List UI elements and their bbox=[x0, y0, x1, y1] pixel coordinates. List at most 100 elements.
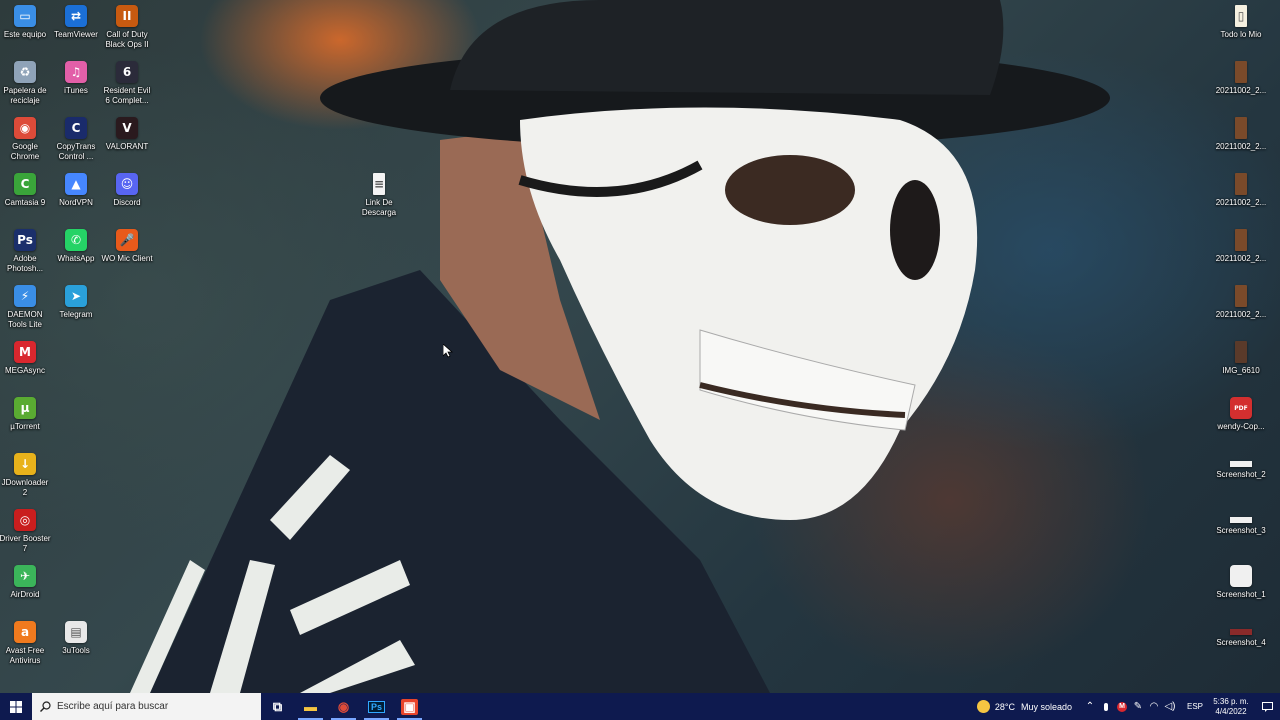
taskbar-photoshop[interactable]: Ps bbox=[360, 693, 393, 720]
taskbar-search-box[interactable]: Escribe aquí para buscar bbox=[32, 693, 261, 720]
desktop-icon-right_icons-0[interactable]: ▯ Todo lo Mio bbox=[1215, 1, 1267, 55]
desktop-icon-left_icons-22[interactable]: a Avast Free Antivirus bbox=[0, 617, 51, 671]
taskbar-file-explorer[interactable]: ▬ bbox=[294, 693, 327, 720]
mega-icon: M bbox=[1117, 701, 1127, 712]
windows-logo-icon bbox=[10, 700, 22, 713]
desktop-icon-label: Screenshot_1 bbox=[1216, 590, 1266, 599]
desktop-icon-right_icons-3[interactable]: 20211002_2... bbox=[1215, 169, 1267, 223]
desktop-icon-label: VALORANT bbox=[105, 142, 149, 151]
desktop-wallpaper bbox=[0, 0, 1280, 693]
image-thumbnail-icon bbox=[1235, 229, 1247, 251]
desktop-icon-left_icons-3[interactable]: ♻ Papelera de reciclaje bbox=[0, 57, 51, 111]
desktop-icon-left_icons-2[interactable]: II Call of Duty Black Ops II bbox=[101, 1, 153, 55]
image-thumbnail-icon bbox=[1235, 117, 1247, 139]
desktop-icon-left_icons-20[interactable]: ◎ Driver Booster 7 bbox=[0, 505, 51, 559]
desktop-icon-left_icons-7[interactable]: C CopyTrans Control ... bbox=[50, 113, 102, 167]
desktop-icon-left_icons-14[interactable]: 🎤 WO Mic Client bbox=[101, 225, 153, 279]
desktop-icon-label: Screenshot_2 bbox=[1216, 470, 1266, 479]
desktop-icon-label: wendy-Cop... bbox=[1217, 422, 1265, 431]
clock[interactable]: 5:36 p. m. 4/4/2022 bbox=[1208, 693, 1254, 720]
desktop-icon-left_icons-17[interactable]: M MEGAsync bbox=[0, 337, 51, 391]
desktop-icon-right_icons-8[interactable]: Screenshot_2 bbox=[1215, 449, 1267, 503]
desktop-icon-left_icons-15[interactable]: ⚡ DAEMON Tools Lite bbox=[0, 281, 51, 335]
desktop-icon-right_icons-6[interactable]: IMG_6610 bbox=[1215, 337, 1267, 391]
wallpaper-art bbox=[130, 0, 1110, 693]
desktop-icon-label: 20211002_2... bbox=[1215, 198, 1267, 207]
discord-icon: ☺ bbox=[116, 173, 138, 195]
desktop-icon-left_icons-0[interactable]: ▭ Este equipo bbox=[0, 1, 51, 55]
folder-file-icon: ▯ bbox=[1235, 5, 1247, 27]
start-button[interactable] bbox=[0, 693, 32, 720]
desktop-icon-left_icons-23[interactable]: ▤ 3uTools bbox=[50, 617, 102, 671]
sun-icon bbox=[976, 700, 990, 713]
desktop-icon-left_icons-13[interactable]: ✆ WhatsApp bbox=[50, 225, 102, 279]
weather-widget[interactable]: 28°C Muy soleado bbox=[973, 693, 1076, 720]
desktop-icon-right_icons-11[interactable]: Screenshot_4 bbox=[1215, 617, 1267, 671]
desktop-icon-left_icons-8[interactable]: V VALORANT bbox=[101, 113, 153, 167]
wifi-icon: ◠ bbox=[1149, 701, 1159, 712]
nordvpn-icon: ▲ bbox=[65, 173, 87, 195]
desktop-icon-left_icons-6[interactable]: ◉ Google Chrome bbox=[0, 113, 51, 167]
megasync-icon: M bbox=[14, 341, 36, 363]
desktop-icon-left_icons-19[interactable]: ↓ JDownloader 2 bbox=[0, 449, 51, 503]
language-indicator[interactable]: ESP bbox=[1182, 693, 1208, 720]
itunes-icon: ♫ bbox=[65, 61, 87, 83]
tray-volume[interactable]: ◁) bbox=[1162, 693, 1178, 720]
desktop-icon-left_icons-10[interactable]: ▲ NordVPN bbox=[50, 169, 102, 223]
desktop-icon-label: Link De Descarga bbox=[361, 198, 397, 217]
desktop-icon-right_icons-9[interactable]: Screenshot_3 bbox=[1215, 505, 1267, 559]
whatsapp-icon: ✆ bbox=[65, 229, 87, 251]
mouse-cursor-icon bbox=[443, 344, 453, 358]
copytrans-icon: C bbox=[65, 117, 87, 139]
weather-desc: Muy soleado bbox=[1020, 701, 1072, 712]
screenshot-thumbnail-icon bbox=[1230, 461, 1252, 467]
desktop-icon-left_icons-21[interactable]: ✈ AirDroid bbox=[0, 561, 51, 615]
desktop-icon-left_icons-11[interactable]: ☺ Discord bbox=[101, 169, 153, 223]
search-placeholder: Escribe aquí para buscar bbox=[57, 701, 169, 712]
desktop-icon-link-de-descarga[interactable]: ≡ Link De Descarga bbox=[353, 169, 405, 223]
photoshop-icon: Ps bbox=[14, 229, 36, 251]
show-hidden-icons-button[interactable]: ⌃ bbox=[1082, 693, 1098, 720]
tray-device[interactable]: ✎ bbox=[1130, 693, 1146, 720]
desktop-icon-label: Screenshot_4 bbox=[1216, 638, 1266, 647]
desktop-icon-left_icons-12[interactable]: Ps Adobe Photosh... bbox=[0, 225, 51, 279]
avast-icon: a bbox=[14, 621, 36, 643]
tray-mega[interactable]: M bbox=[1114, 693, 1130, 720]
desktop-icon-right_icons-2[interactable]: 20211002_2... bbox=[1215, 113, 1267, 167]
desktop-icon-left_icons-9[interactable]: C Camtasia 9 bbox=[0, 169, 51, 223]
taskbar-chrome[interactable]: ◉ bbox=[327, 693, 360, 720]
desktop-icon-label: Google Chrome bbox=[10, 142, 40, 161]
desktop-icon-label: Discord bbox=[113, 198, 141, 207]
desktop-icon-label: Papelera de reciclaje bbox=[3, 86, 47, 105]
task-view-button[interactable]: ⧉ bbox=[261, 693, 294, 720]
desktop-icon-right_icons-10[interactable]: Screenshot_1 bbox=[1215, 561, 1267, 615]
desktop-icon-label: TeamViewer bbox=[54, 30, 98, 39]
desktop-icon-left_icons-18[interactable]: µ µTorrent bbox=[0, 393, 51, 447]
desktop-icon-left_icons-16[interactable]: ➤ Telegram bbox=[50, 281, 102, 335]
notification-icon bbox=[1261, 701, 1273, 712]
airdroid-icon: ✈ bbox=[14, 565, 36, 587]
desktop-icon-label: Avast Free Antivirus bbox=[5, 646, 45, 665]
taskbar-camtasia[interactable]: ▣ bbox=[393, 693, 426, 720]
pen-icon: ✎ bbox=[1133, 701, 1143, 712]
tray-network[interactable]: ◠ bbox=[1146, 693, 1162, 720]
chrome-icon: ◉ bbox=[337, 698, 350, 714]
desktop-icon-label: Adobe Photosh... bbox=[6, 254, 44, 273]
volume-icon: ◁) bbox=[1164, 701, 1176, 712]
desktop-icon-right_icons-5[interactable]: 20211002_2... bbox=[1215, 281, 1267, 335]
desktop-icon-left_icons-1[interactable]: ⇄ TeamViewer bbox=[50, 1, 102, 55]
notification-center-button[interactable] bbox=[1254, 693, 1280, 720]
photoshop-icon: Ps bbox=[367, 700, 385, 713]
tray-mic[interactable] bbox=[1098, 693, 1114, 720]
system-tray: 28°C Muy soleado ⌃ M ✎ ◠ ◁) ESP 5:36 p. … bbox=[973, 693, 1280, 720]
desktop-icon-right_icons-4[interactable]: 20211002_2... bbox=[1215, 225, 1267, 279]
desktop-icon-right_icons-7[interactable]: PDF wendy-Cop... bbox=[1215, 393, 1267, 447]
search-icon bbox=[40, 701, 51, 712]
desktop-icon-right_icons-1[interactable]: 20211002_2... bbox=[1215, 57, 1267, 111]
utorrent-icon: µ bbox=[14, 397, 36, 419]
image-thumbnail-icon bbox=[1235, 61, 1247, 83]
recycle-bin-icon: ♻ bbox=[14, 61, 36, 83]
screenshot-thumbnail-icon bbox=[1230, 517, 1252, 523]
desktop-icon-left_icons-5[interactable]: 6 Resident Evil 6 Complet... bbox=[101, 57, 153, 111]
desktop-icon-left_icons-4[interactable]: ♫ iTunes bbox=[50, 57, 102, 111]
